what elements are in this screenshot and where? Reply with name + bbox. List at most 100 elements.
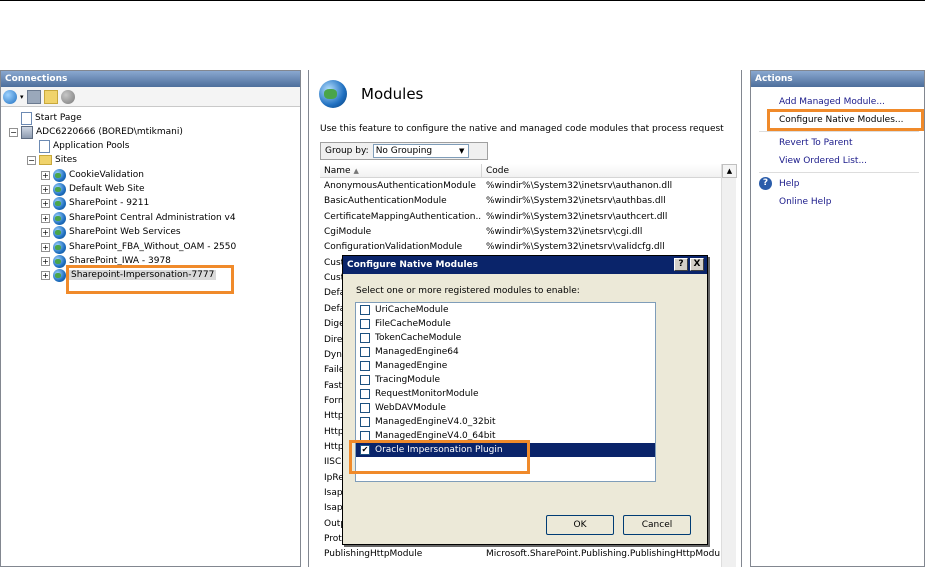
checkbox[interactable] <box>360 333 370 343</box>
tree-item-site[interactable]: + SharePoint - 9211 <box>41 196 149 210</box>
collapse-icon[interactable]: − <box>27 155 36 165</box>
scroll-up-icon[interactable]: ▲ <box>722 164 737 178</box>
table-row[interactable]: AnonymousAuthenticationModule %windir%\Sy… <box>320 179 722 194</box>
module-list-label: TracingModule <box>375 375 440 385</box>
connections-toolbar: ▾ <box>1 87 300 107</box>
module-list-item[interactable]: FileCacheModule <box>356 317 655 331</box>
page-icon <box>21 111 32 125</box>
module-list-item[interactable]: WebDAVModule <box>356 401 655 415</box>
group-by-value: No Grouping <box>375 146 433 156</box>
column-header-code[interactable]: Code <box>482 164 722 177</box>
dialog-prompt: Select one or more registered modules to… <box>356 286 580 296</box>
expand-icon[interactable]: + <box>41 270 50 280</box>
tree-item-site[interactable]: + CookieValidation <box>41 168 144 182</box>
tree-item-site[interactable]: + SharePoint Central Administration v4 <box>41 211 236 225</box>
cell-name: BasicAuthenticationModule <box>324 196 447 207</box>
divider <box>759 172 919 173</box>
dialog-help-button[interactable]: ? <box>674 258 688 271</box>
collapse-icon[interactable]: − <box>9 127 18 137</box>
dialog-title: Configure Native Modules <box>347 260 479 270</box>
checkbox[interactable] <box>360 417 370 427</box>
tree-item-label: CookieValidation <box>69 170 144 180</box>
cell-code: Microsoft.SharePoint.Publishing.Publishi… <box>486 549 721 560</box>
checkbox[interactable] <box>360 319 370 329</box>
save-icon[interactable] <box>26 89 41 104</box>
cell-name: CertificateMappingAuthentication... <box>324 211 482 222</box>
view-ordered-list-link[interactable]: View Ordered List... <box>779 156 867 166</box>
table-row[interactable]: BasicAuthenticationModule %windir%\System… <box>320 194 722 209</box>
group-by-bar: Group by: No Grouping ▼ <box>320 142 488 160</box>
ok-button[interactable]: OK <box>546 515 614 535</box>
module-list-item[interactable]: UriCacheModule <box>356 303 655 317</box>
configure-native-modules-dialog: Configure Native Modules ? X Select one … <box>342 255 708 545</box>
divider <box>759 131 919 132</box>
globe-icon <box>53 240 66 254</box>
page-title: Modules <box>361 85 424 103</box>
globe-icon <box>53 196 66 210</box>
module-list-item[interactable]: ManagedEngine <box>356 359 655 373</box>
cell-name: CgiModule <box>324 227 372 238</box>
cell-code: %windir%\System32\inetsrv\authcert.dll <box>486 211 668 222</box>
cell-code: %windir%\System32\inetsrv\validcfg.dll <box>486 242 665 253</box>
group-by-label: Group by: <box>325 146 369 156</box>
up-folder-icon[interactable] <box>43 89 58 104</box>
add-managed-module-link[interactable]: Add Managed Module... <box>779 97 885 107</box>
tree-item-site[interactable]: + Default Web Site <box>41 182 145 196</box>
disconnect-icon[interactable] <box>60 89 75 104</box>
checkbox[interactable] <box>360 347 370 357</box>
globe-icon <box>53 254 66 268</box>
checkbox[interactable] <box>360 375 370 385</box>
help-link[interactable]: Help <box>779 179 800 189</box>
expand-icon[interactable]: + <box>41 184 50 194</box>
tree-item-start-page[interactable]: Start Page <box>21 111 82 125</box>
checkbox[interactable] <box>360 305 370 315</box>
globe-icon <box>53 225 66 239</box>
module-list-item[interactable]: TracingModule <box>356 373 655 387</box>
globe-icon <box>53 168 66 182</box>
expand-icon[interactable]: + <box>41 242 50 252</box>
cell-code: %windir%\System32\inetsrv\authanon.dll <box>486 181 673 191</box>
module-list-item[interactable]: TokenCacheModule <box>356 331 655 345</box>
modules-grid-header: Name ▲ Code <box>320 164 736 178</box>
module-list-item[interactable]: ManagedEngine64 <box>356 345 655 359</box>
tree-item-label: ADC6220666 (BORED\mtikmani) <box>36 127 183 137</box>
revert-to-parent-link[interactable]: Revert To Parent <box>779 138 853 148</box>
module-list-item[interactable]: RequestMonitorModule <box>356 387 655 401</box>
table-row[interactable]: CgiModule %windir%\System32\inetsrv\cgi.d… <box>320 225 722 240</box>
tree-item-label: SharePoint Web Services <box>69 227 181 237</box>
column-header-name[interactable]: Name ▲ <box>320 164 482 177</box>
checkbox[interactable] <box>360 361 370 371</box>
online-help-link[interactable]: Online Help <box>779 197 831 207</box>
actions-pane: Actions Add Managed Module... Configure … <box>750 70 925 567</box>
highlight-box-configure <box>767 109 924 131</box>
expand-icon[interactable]: + <box>41 198 50 208</box>
group-by-select[interactable]: No Grouping ▼ <box>372 144 469 158</box>
dropdown-arrow-icon[interactable]: ▾ <box>20 93 24 101</box>
checkbox[interactable] <box>360 389 370 399</box>
tree-item-server[interactable]: − ADC6220666 (BORED\mtikmani) <box>9 125 183 139</box>
app-pools-icon <box>39 139 50 153</box>
tree-item-app-pools[interactable]: Application Pools <box>39 139 129 153</box>
table-row[interactable]: PublishingHttpModule Microsoft.SharePoint… <box>320 547 722 562</box>
module-list-label: ManagedEngine64 <box>375 347 459 357</box>
expand-icon[interactable]: + <box>41 227 50 237</box>
dialog-close-button[interactable]: X <box>690 258 704 271</box>
table-row[interactable]: CertificateMappingAuthentication... %wind… <box>320 210 722 225</box>
module-list-label: RequestMonitorModule <box>375 389 479 399</box>
expand-icon[interactable]: + <box>41 170 50 180</box>
tree-item-site[interactable]: + SharePoint Web Services <box>41 225 181 239</box>
tree-item-site[interactable]: + SharePoint_FBA_Without_OAM - 2550 <box>41 240 236 254</box>
expand-icon[interactable]: + <box>41 213 50 223</box>
tree-item-sites[interactable]: − Sites <box>27 153 77 167</box>
module-list-label: ManagedEngineV4.0_32bit <box>375 417 496 427</box>
modules-scrollbar[interactable]: ▲ <box>721 164 737 567</box>
cancel-button[interactable]: Cancel <box>623 515 691 535</box>
module-list-item[interactable]: ManagedEngineV4.0_32bit <box>356 415 655 429</box>
top-divider <box>0 0 925 1</box>
globe-icon <box>53 268 66 282</box>
checkbox[interactable] <box>360 403 370 413</box>
connect-globe-icon[interactable] <box>3 89 17 104</box>
expand-icon[interactable]: + <box>41 256 50 266</box>
chevron-down-icon[interactable]: ▼ <box>456 145 468 157</box>
table-row[interactable]: ConfigurationValidationModule %windir%\Sy… <box>320 240 722 255</box>
